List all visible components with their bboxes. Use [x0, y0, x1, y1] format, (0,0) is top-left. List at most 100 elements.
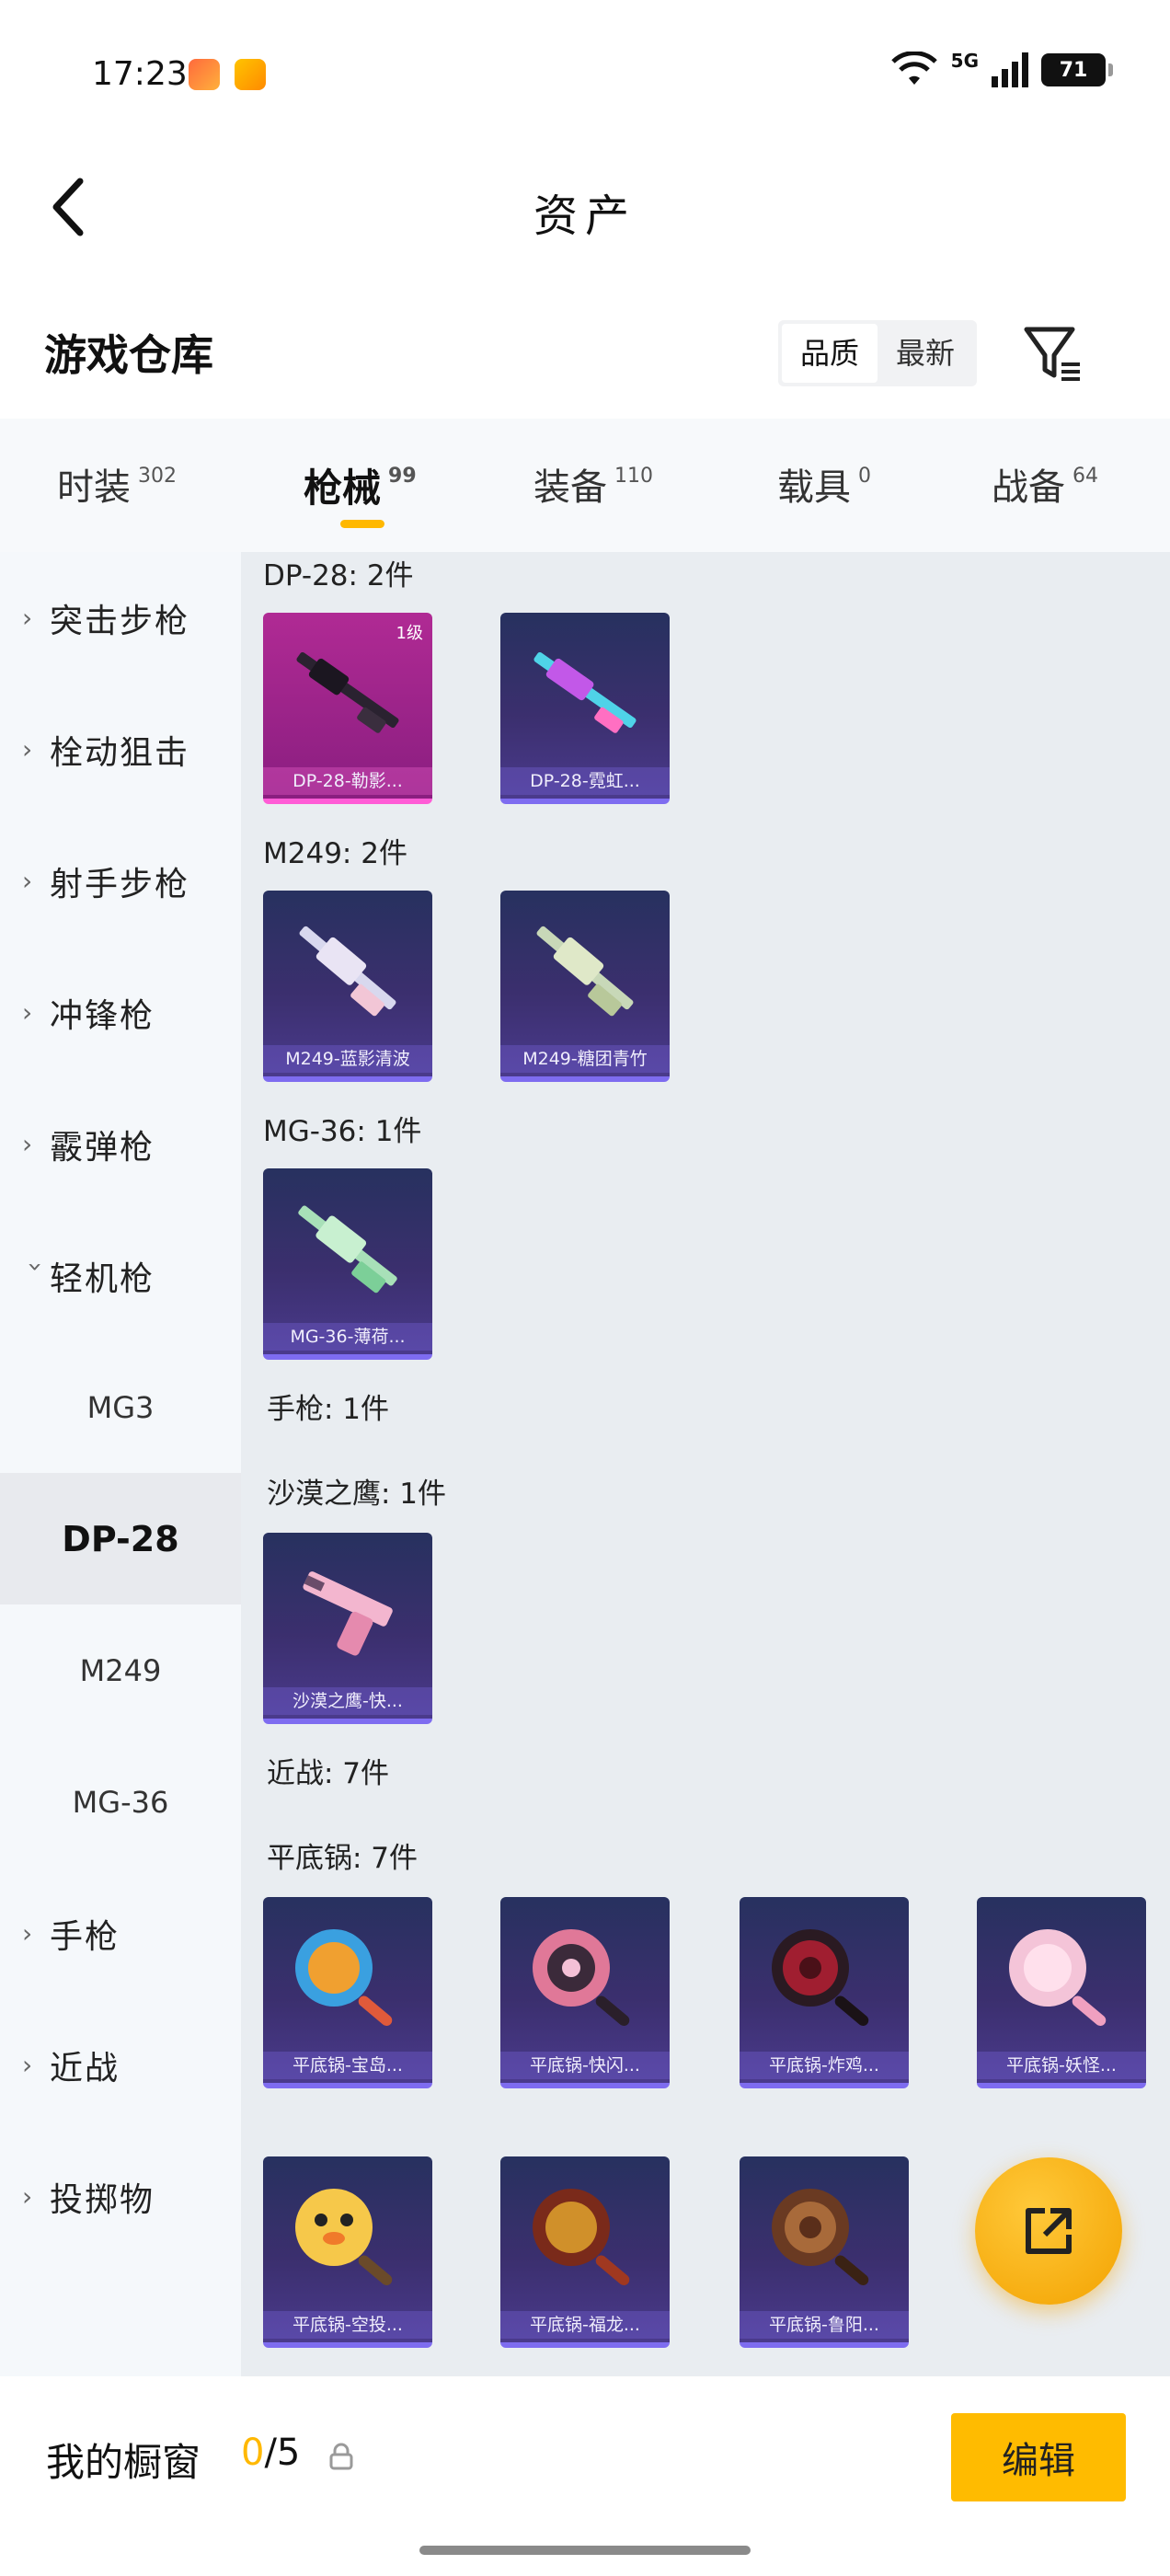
item-card[interactable]: 平底锅-快闪... — [500, 1897, 670, 2088]
tab-count: 110 — [614, 465, 653, 488]
sidebar-sub-m249[interactable]: M249 — [0, 1604, 241, 1736]
item-name: 平底锅-宝岛... — [263, 2052, 432, 2079]
item-card[interactable]: 平底锅-鲁阳... — [740, 2156, 909, 2348]
sidebar-sub-dp28[interactable]: DP-28 — [0, 1473, 241, 1604]
warehouse-title: 游戏仓库 — [44, 330, 213, 380]
sidebar-item-smg[interactable]: › 冲锋枪 — [0, 947, 241, 1078]
showcase-total: /5 — [264, 2432, 301, 2474]
page-header: 资产 — [0, 152, 1170, 262]
item-name: M249-蓝影清波 — [263, 1045, 432, 1073]
tab-label: 装备 — [533, 466, 607, 509]
machine-gun-icon — [263, 891, 432, 1045]
battery-icon: 71 — [1041, 53, 1113, 86]
group-label-melee: 近战: 7件 — [267, 1757, 390, 1790]
weapon-category-sidebar: › 突击步枪 › 栓动狙击 › 射手步枪 › 冲锋枪 › 霰弹枪 › 轻机枪 M… — [0, 552, 241, 2376]
sidebar-sub-mg36[interactable]: MG-36 — [0, 1736, 241, 1868]
group-label-m249: M249: 2件 — [263, 837, 407, 870]
filter-button[interactable] — [1021, 318, 1085, 388]
machine-gun-icon — [263, 1168, 432, 1323]
network-type: 5G — [950, 50, 979, 72]
video-app-notification-icon — [235, 59, 266, 90]
status-indicators: 5G 71 — [890, 50, 1113, 88]
sidebar-item-label: 冲锋枪 — [50, 996, 155, 1035]
tab-fashion[interactable]: 时装 302 — [57, 457, 177, 511]
tab-label: 枪械 — [304, 466, 382, 511]
item-card[interactable]: 平底锅-福龙... — [500, 2156, 670, 2348]
tab-combat-gear[interactable]: 战备 64 — [992, 457, 1098, 511]
share-icon — [1026, 2208, 1072, 2254]
item-level-badge: 1级 — [396, 624, 423, 643]
frying-pan-icon — [977, 1897, 1146, 2052]
item-name: 平底锅-快闪... — [500, 2052, 670, 2079]
sidebar-item-label: 近战 — [50, 2049, 120, 2087]
sort-option-newest[interactable]: 最新 — [878, 324, 973, 383]
sidebar-item-marksman-rifle[interactable]: › 射手步枪 — [0, 815, 241, 947]
sidebar-item-label: 投掷物 — [50, 2180, 155, 2219]
item-card[interactable]: 沙漠之鹰-快... — [263, 1533, 432, 1724]
tab-label: 战备 — [992, 466, 1065, 509]
item-name: 平底锅-福龙... — [500, 2311, 670, 2339]
sort-option-quality[interactable]: 品质 — [782, 324, 878, 383]
item-name: 平底锅-鲁阳... — [740, 2311, 909, 2339]
filter-icon — [1024, 327, 1080, 381]
chevron-right-icon: › — [22, 866, 33, 896]
chevron-right-icon: › — [22, 1129, 33, 1159]
home-indicator[interactable] — [419, 2546, 751, 2555]
sidebar-sub-mg3[interactable]: MG3 — [0, 1341, 241, 1473]
item-card[interactable]: MG-36-薄荷... — [263, 1168, 432, 1360]
group-label-mg36: MG-36: 1件 — [263, 1115, 422, 1148]
tab-guns[interactable]: 枪械 99 — [304, 457, 417, 513]
item-card[interactable]: M249-糖团青竹 — [500, 891, 670, 1082]
item-card[interactable]: 平底锅-宝岛... — [263, 1897, 432, 2088]
sidebar-item-label: 手枪 — [50, 1917, 120, 1956]
signal-icon — [992, 52, 1028, 87]
item-card[interactable]: 平底锅-炸鸡... — [740, 1897, 909, 2088]
machine-gun-icon — [500, 891, 670, 1045]
edit-button[interactable]: 编辑 — [951, 2413, 1126, 2501]
tab-equipment[interactable]: 装备 110 — [533, 457, 653, 511]
sidebar-item-pistol[interactable]: › 手枪 — [0, 1868, 241, 1999]
group-label-pan: 平底锅: 7件 — [267, 1842, 419, 1875]
frying-pan-icon — [263, 1897, 432, 2052]
item-card[interactable]: 平底锅-妖怪... — [977, 1897, 1146, 2088]
chevron-right-icon: › — [22, 1918, 33, 1949]
sidebar-item-lmg[interactable]: › 轻机枪 — [0, 1210, 241, 1341]
sidebar-item-throwable[interactable]: › 投掷物 — [0, 2131, 241, 2262]
rifle-icon — [500, 613, 670, 767]
sidebar-item-shotgun[interactable]: › 霰弹枪 — [0, 1078, 241, 1210]
item-name: 沙漠之鹰-快... — [263, 1687, 432, 1715]
chevron-right-icon: › — [22, 603, 33, 633]
tab-label: 载具 — [777, 466, 851, 509]
sidebar-item-bolt-sniper[interactable]: › 栓动狙击 — [0, 684, 241, 815]
tab-count: 302 — [138, 465, 177, 488]
item-name: DP-28-勒影... — [263, 767, 432, 795]
sidebar-item-label: 射手步枪 — [50, 865, 190, 903]
item-card[interactable]: 平底锅-空投... — [263, 2156, 432, 2348]
battery-level: 71 — [1059, 58, 1088, 82]
frying-pan-icon — [263, 2156, 432, 2311]
sidebar-item-label: 轻机枪 — [50, 1259, 155, 1298]
wifi-icon — [890, 51, 938, 88]
item-card[interactable]: M249-蓝影清波 — [263, 891, 432, 1082]
tab-count: 0 — [858, 465, 871, 488]
app-notification-icon — [189, 59, 220, 90]
frying-pan-icon — [740, 1897, 909, 2052]
frying-pan-icon — [500, 2156, 670, 2311]
lock-icon — [329, 2443, 353, 2470]
sidebar-item-label: 栓动狙击 — [50, 733, 190, 772]
item-grid: DP-28: 2件 1级 DP-28-勒影... DP-28-霓虹... M24… — [241, 552, 1170, 2376]
showcase-current: 0 — [241, 2432, 265, 2474]
tab-count: 64 — [1072, 465, 1098, 488]
page-title: 资产 — [533, 190, 637, 242]
item-card[interactable]: DP-28-霓虹... — [500, 613, 670, 804]
sidebar-item-assault-rifle[interactable]: › 突击步枪 — [0, 552, 241, 684]
item-card[interactable]: 1级 DP-28-勒影... — [263, 613, 432, 804]
tab-count: 99 — [388, 465, 417, 488]
status-bar: 17:23 5G 71 — [0, 0, 1170, 152]
share-button[interactable] — [975, 2157, 1122, 2305]
sidebar-item-melee[interactable]: › 近战 — [0, 1999, 241, 2131]
tab-vehicles[interactable]: 载具 0 — [777, 457, 871, 511]
pistol-icon — [263, 1533, 432, 1687]
sort-toggle: 品质 最新 — [778, 320, 978, 386]
chevron-right-icon: › — [22, 997, 33, 1028]
